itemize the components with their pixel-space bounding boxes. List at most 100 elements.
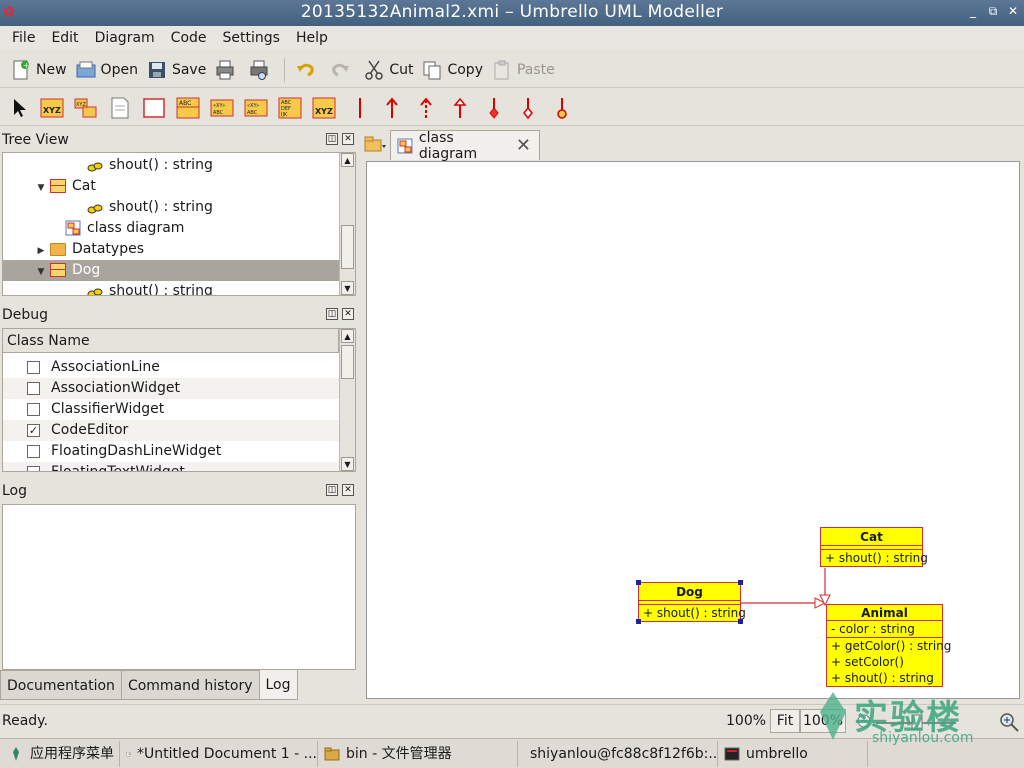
- debug-checkbox[interactable]: ✓: [27, 424, 40, 437]
- menu-edit[interactable]: Edit: [43, 30, 86, 46]
- menu-diagram[interactable]: Diagram: [87, 30, 163, 46]
- package-tool-icon[interactable]: XYZ: [74, 96, 98, 120]
- scroll-thumb[interactable]: [341, 345, 354, 379]
- taskbar-file-manager[interactable]: bin - 文件管理器: [318, 741, 518, 767]
- scroll-down-icon[interactable]: ▼: [341, 457, 354, 471]
- debug-panel[interactable]: Class Name AssociationLine AssociationWid…: [2, 328, 356, 472]
- selection-handle[interactable]: [636, 619, 641, 624]
- datatype-tool-icon[interactable]: «XY»ABC: [210, 96, 234, 120]
- tree-scrollbar[interactable]: ▲ ▼: [339, 153, 355, 295]
- log-panel[interactable]: [2, 504, 356, 670]
- debug-class-row[interactable]: AssociationLine: [3, 357, 339, 378]
- tab-command-history[interactable]: Command history: [120, 670, 260, 700]
- debug-class-row[interactable]: ClassifierWidget: [3, 399, 339, 420]
- zoom-in-icon[interactable]: [998, 711, 1020, 733]
- component-tool-icon[interactable]: XYZ: [312, 96, 336, 120]
- uml-class-cat[interactable]: Cat + shout() : string: [820, 527, 928, 567]
- select-arrow-icon[interactable]: [8, 96, 32, 120]
- generalization-arrow-icon[interactable]: [448, 96, 472, 120]
- scroll-thumb[interactable]: [341, 225, 354, 269]
- close-icon[interactable]: ✕: [1006, 4, 1020, 19]
- close-tab-icon[interactable]: ✕: [516, 135, 531, 156]
- zoom-field[interactable]: 100%: [800, 709, 846, 733]
- enum-tool-icon[interactable]: «XY»ABC: [244, 96, 268, 120]
- taskbar-app-menu[interactable]: 应用程序菜单: [2, 741, 120, 767]
- debug-checkbox[interactable]: [27, 361, 40, 374]
- note-tool-icon[interactable]: [108, 96, 132, 120]
- redo-button[interactable]: [325, 55, 359, 85]
- debug-checkbox[interactable]: [27, 466, 40, 471]
- tab-documentation[interactable]: Documentation: [0, 670, 122, 700]
- scroll-up-icon[interactable]: ▲: [341, 329, 354, 343]
- cut-button[interactable]: Cut: [359, 55, 417, 85]
- dependency-arrow-icon[interactable]: [414, 96, 438, 120]
- scroll-up-icon[interactable]: ▲: [341, 153, 354, 167]
- float-icon[interactable]: ◫: [326, 484, 338, 496]
- tree-item[interactable]: shout() : string: [3, 281, 339, 295]
- tree-item[interactable]: class diagram: [3, 218, 339, 239]
- float-icon[interactable]: ◫: [326, 133, 338, 145]
- open-button[interactable]: Open: [71, 55, 142, 85]
- association-arrow-icon[interactable]: [380, 96, 404, 120]
- print-button[interactable]: [210, 55, 244, 85]
- tab-log[interactable]: Log: [258, 670, 298, 700]
- debug-class-row[interactable]: AssociationWidget: [3, 378, 339, 399]
- debug-checkbox[interactable]: [27, 403, 40, 416]
- taskbar-terminal[interactable]: shiyanlou@fc88c8f12f6b:...: [518, 741, 718, 767]
- copy-button[interactable]: Copy: [417, 55, 487, 85]
- minimize-icon[interactable]: _: [966, 4, 980, 19]
- tab-class-diagram[interactable]: class diagram ✕: [390, 130, 540, 162]
- undo-button[interactable]: [291, 55, 325, 85]
- debug-class-row[interactable]: ✓ CodeEditor: [3, 420, 339, 441]
- save-button[interactable]: Save: [142, 55, 210, 85]
- taskbar-umbrello[interactable]: umbrello: [718, 741, 868, 767]
- menu-code[interactable]: Code: [163, 30, 215, 46]
- tree-item[interactable]: ▼ Cat: [3, 176, 339, 197]
- scroll-down-icon[interactable]: ▼: [341, 281, 354, 295]
- aggregation-icon[interactable]: [516, 96, 540, 120]
- menu-file[interactable]: File: [4, 30, 43, 46]
- tree-item[interactable]: shout() : string: [3, 197, 339, 218]
- taskbar-untitled-document[interactable]: *Untitled Document 1 - ...: [120, 741, 318, 767]
- tree-item-label: shout() : string: [109, 199, 213, 215]
- debug-class-row[interactable]: FloatingTextWidget: [3, 462, 339, 471]
- containment-icon[interactable]: [550, 96, 574, 120]
- print-preview-button[interactable]: [244, 55, 278, 85]
- debug-checkbox[interactable]: [27, 445, 40, 458]
- selection-handle[interactable]: [636, 580, 641, 585]
- selection-handle[interactable]: [738, 619, 743, 624]
- debug-class-row[interactable]: FloatingDashLineWidget: [3, 441, 339, 462]
- fit-button[interactable]: Fit: [770, 709, 800, 733]
- selection-handle[interactable]: [738, 580, 743, 585]
- diagram-canvas[interactable]: Cat + shout() : string Dog + shout() : s…: [366, 161, 1020, 699]
- box-tool-icon[interactable]: [142, 96, 166, 120]
- menu-help[interactable]: Help: [288, 30, 336, 46]
- expand-arrow-icon[interactable]: ▼: [35, 262, 47, 283]
- debug-scrollbar[interactable]: ▲ ▼: [339, 329, 355, 471]
- close-icon[interactable]: ✕: [342, 133, 354, 145]
- expand-arrow-icon[interactable]: ▼: [35, 178, 47, 199]
- tree-item[interactable]: shout() : string: [3, 155, 339, 176]
- tree-view-panel[interactable]: shout() : string ▼ Cat shout() : string clas…: [2, 152, 356, 296]
- interface-tool-icon[interactable]: ABC: [176, 96, 200, 120]
- new-diagram-icon[interactable]: [362, 132, 388, 156]
- entity-tool-icon[interactable]: ABCDEFIJK: [278, 96, 302, 120]
- tree-item[interactable]: ▼ Dog: [3, 260, 339, 281]
- composition-icon[interactable]: [482, 96, 506, 120]
- new-button[interactable]: + New: [6, 55, 71, 85]
- class-tool-icon[interactable]: XYZ: [40, 96, 64, 120]
- line-tool-icon[interactable]: [348, 96, 372, 120]
- zoom-slider[interactable]: [856, 709, 986, 733]
- restore-icon[interactable]: ⧉: [986, 4, 1000, 19]
- debug-checkbox[interactable]: [27, 382, 40, 395]
- paste-button[interactable]: Paste: [487, 55, 559, 85]
- close-icon[interactable]: ✕: [342, 308, 354, 320]
- close-icon[interactable]: ✕: [342, 484, 354, 496]
- collapse-arrow-icon[interactable]: ▶: [35, 241, 47, 262]
- menu-settings[interactable]: Settings: [215, 30, 288, 46]
- tree-item[interactable]: ▶ Datatypes: [3, 239, 339, 260]
- uml-class-animal[interactable]: Animal - color : string + getColor() : s…: [826, 604, 951, 687]
- column-header-class-name[interactable]: Class Name: [3, 329, 339, 353]
- uml-class-dog[interactable]: Dog + shout() : string: [636, 580, 746, 624]
- float-icon[interactable]: ◫: [326, 308, 338, 320]
